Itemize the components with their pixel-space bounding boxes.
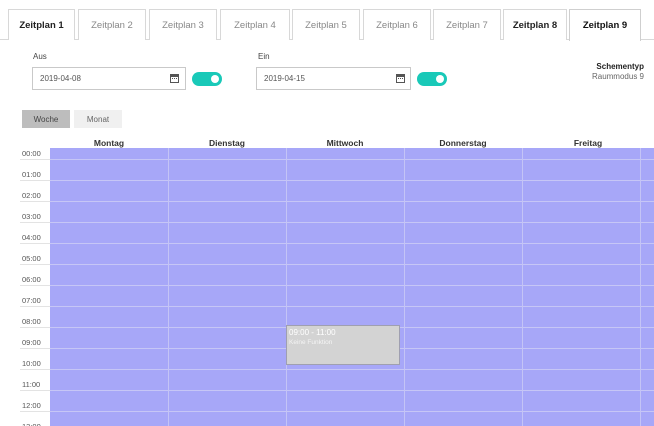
tab-zeitplan-5[interactable]: Zeitplan 5 bbox=[292, 9, 360, 40]
tab-zeitplan-2[interactable]: Zeitplan 2 bbox=[78, 9, 146, 40]
hour-label: 02:00 bbox=[22, 191, 41, 200]
tab-zeitplan-7[interactable]: Zeitplan 7 bbox=[433, 9, 501, 40]
time-column: 00:00 01:00 02:00 03:00 04:00 05:00 06:00 07:00… bbox=[20, 148, 50, 426]
hour-label: 07:00 bbox=[22, 296, 41, 305]
schema-type-label: Schementyp bbox=[596, 62, 644, 71]
hour-label: 05:00 bbox=[22, 254, 41, 263]
hour-divider bbox=[20, 285, 50, 286]
off-label: Aus bbox=[33, 52, 47, 61]
hour-gridline bbox=[50, 201, 654, 202]
hour-label: 10:00 bbox=[22, 359, 41, 368]
day-divider bbox=[404, 148, 405, 426]
month-view-button[interactable]: Monat bbox=[74, 110, 122, 128]
hour-gridline bbox=[50, 390, 654, 391]
week-view-button[interactable]: Woche bbox=[22, 110, 70, 128]
hour-label: 00:00 bbox=[22, 149, 41, 158]
event-time: 09:00 - 11:00 bbox=[289, 328, 336, 337]
hour-divider bbox=[20, 369, 50, 370]
tab-zeitplan-6[interactable]: Zeitplan 6 bbox=[363, 9, 431, 40]
day-header-montag: Montag bbox=[93, 138, 125, 148]
on-label: Ein bbox=[258, 52, 270, 61]
day-divider bbox=[522, 148, 523, 426]
calendar-grid[interactable]: 09:00 - 11:00 Keine Funktion bbox=[50, 148, 654, 426]
hour-label: 01:00 bbox=[22, 170, 41, 179]
tab-zeitplan-3[interactable]: Zeitplan 3 bbox=[149, 9, 217, 40]
hour-gridline bbox=[50, 285, 654, 286]
toggle-knob bbox=[211, 75, 219, 83]
event-title: Keine Funktion bbox=[289, 339, 333, 346]
hour-divider bbox=[20, 306, 50, 307]
hour-label: 11:00 bbox=[22, 380, 41, 389]
on-date-field[interactable]: 2019-04-15 bbox=[256, 67, 411, 90]
tab-zeitplan-8[interactable]: Zeitplan 8 bbox=[503, 9, 567, 40]
hour-label: 13:00 bbox=[22, 422, 41, 426]
tab-zeitplan-1[interactable]: Zeitplan 1 bbox=[8, 9, 75, 40]
calendar-icon[interactable] bbox=[170, 74, 179, 83]
off-date-value: 2019-04-08 bbox=[40, 74, 81, 83]
hour-label: 04:00 bbox=[22, 233, 41, 242]
day-header-freitag: Freitag bbox=[573, 138, 603, 148]
hour-divider bbox=[20, 222, 50, 223]
day-divider bbox=[286, 148, 287, 426]
day-divider bbox=[168, 148, 169, 426]
off-date-field[interactable]: 2019-04-08 bbox=[32, 67, 186, 90]
hour-gridline bbox=[50, 411, 654, 412]
calendar-event[interactable]: 09:00 - 11:00 Keine Funktion bbox=[286, 325, 400, 365]
hour-gridline bbox=[50, 180, 654, 181]
day-header-donnerstag: Donnerstag bbox=[439, 138, 487, 148]
hour-gridline bbox=[50, 159, 654, 160]
hour-divider bbox=[20, 180, 50, 181]
hour-divider bbox=[20, 264, 50, 265]
hour-gridline bbox=[50, 306, 654, 307]
hour-label: 08:00 bbox=[22, 317, 41, 326]
hour-label: 06:00 bbox=[22, 275, 41, 284]
tab-bar: Zeitplan 1 Zeitplan 2 Zeitplan 3 Zeitpla… bbox=[0, 0, 654, 41]
on-date-value: 2019-04-15 bbox=[264, 74, 305, 83]
hour-divider bbox=[20, 159, 50, 160]
hour-divider bbox=[20, 201, 50, 202]
hour-gridline bbox=[50, 243, 654, 244]
hour-divider bbox=[20, 327, 50, 328]
on-enable-toggle[interactable] bbox=[417, 72, 447, 86]
week-calendar: Montag Dienstag Mittwoch Donnerstag Frei… bbox=[20, 138, 654, 426]
calendar-icon[interactable] bbox=[396, 74, 405, 83]
schema-type-value: Raummodus 9 bbox=[591, 72, 644, 81]
hour-gridline bbox=[50, 264, 654, 265]
toggle-knob bbox=[436, 75, 444, 83]
day-divider bbox=[640, 148, 641, 426]
off-enable-toggle[interactable] bbox=[192, 72, 222, 86]
hour-divider bbox=[20, 411, 50, 412]
hour-divider bbox=[20, 390, 50, 391]
hour-divider bbox=[20, 243, 50, 244]
hour-label: 12:00 bbox=[22, 401, 41, 410]
day-header-mittwoch: Mittwoch bbox=[326, 138, 364, 148]
hour-gridline bbox=[50, 369, 654, 370]
hour-gridline bbox=[50, 222, 654, 223]
hour-divider bbox=[20, 348, 50, 349]
tab-zeitplan-4[interactable]: Zeitplan 4 bbox=[220, 9, 290, 40]
hour-label: 09:00 bbox=[22, 338, 41, 347]
day-header-dienstag: Dienstag bbox=[209, 138, 245, 148]
hour-label: 03:00 bbox=[22, 212, 41, 221]
tab-zeitplan-9[interactable]: Zeitplan 9 bbox=[569, 9, 641, 41]
